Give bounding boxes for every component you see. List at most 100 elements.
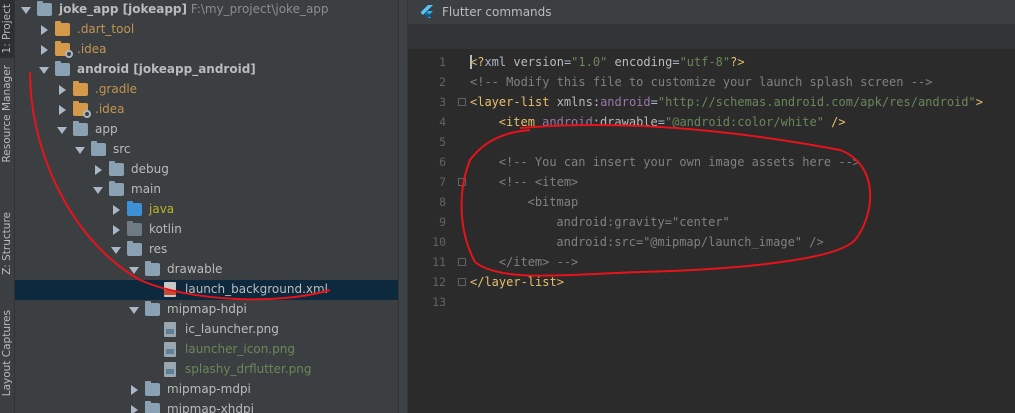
tree-item[interactable]: .idea [15, 100, 398, 120]
tree-item[interactable]: src [15, 140, 398, 160]
tree-item[interactable]: res [15, 240, 398, 260]
code-line[interactable]: <!-- You can insert your own image asset… [499, 152, 860, 172]
line-number: 11 [432, 255, 446, 269]
tree-item-label: .idea [95, 102, 125, 116]
code-token: <!-- <item> [498, 175, 579, 189]
tree-item[interactable]: .dart_tool [15, 20, 398, 40]
chevron-down-icon[interactable] [93, 187, 103, 194]
flutter-icon [420, 5, 433, 18]
flutter-commands-title[interactable]: Flutter commands [442, 5, 552, 19]
tab-structure-label: Z: Structure [1, 211, 13, 275]
code-line[interactable]: </item> --> [499, 252, 578, 272]
line-number: 2 [439, 75, 446, 89]
tree-item[interactable]: mipmap-xhdpi [15, 400, 398, 413]
tree-item-label: mipmap-xhdpi [167, 402, 254, 413]
tree-item[interactable]: android [jokeapp_android] [15, 60, 398, 80]
code-line[interactable]: <item android:drawable="@android:color/w… [499, 112, 846, 132]
code-line[interactable]: <bitmap [528, 192, 579, 212]
tree-item[interactable]: mipmap-mdpi [15, 380, 398, 400]
chevron-right-icon[interactable] [41, 45, 48, 55]
tab-project[interactable]: 1: Project [0, 0, 14, 58]
chevron-right-icon[interactable] [59, 105, 66, 115]
fold-marker-icon[interactable] [458, 98, 466, 106]
code-token: <bitmap [527, 195, 579, 209]
line-number: 1 [439, 55, 446, 69]
chevron-right-icon[interactable] [59, 85, 66, 95]
tree-item[interactable]: java [15, 200, 398, 220]
tree-item-label: debug [131, 162, 169, 176]
code-line[interactable]: <!-- Modify this file to customize your … [470, 72, 932, 92]
chevron-right-icon[interactable] [41, 25, 48, 35]
tree-item[interactable]: main [15, 180, 398, 200]
tree-item-label: launcher_icon.png [185, 342, 295, 356]
folder-icon [91, 141, 106, 156]
tree-item[interactable]: splashy_drflutter.png [15, 360, 398, 380]
tree-item-label: launch_background.xml [185, 282, 329, 296]
project-tree: joke_app [jokeapp] F:\my_project\joke_ap… [15, 0, 398, 413]
tab-resource-manager[interactable]: Resource Manager [0, 62, 14, 166]
chevron-down-icon[interactable] [57, 127, 67, 134]
tree-item-label: splashy_drflutter.png [185, 362, 312, 376]
tab-structure[interactable]: Z: Structure [0, 200, 14, 286]
fold-marker-icon[interactable] [458, 178, 466, 186]
line-number: 4 [439, 115, 446, 129]
fold-marker-icon[interactable] [458, 258, 466, 266]
tree-item[interactable]: ic_launcher.png [15, 320, 398, 340]
tree-item[interactable]: launcher_icon.png [15, 340, 398, 360]
chevron-right-icon[interactable] [95, 165, 102, 175]
chevron-down-icon[interactable] [129, 307, 139, 314]
tab-layout-captures-label: Layout Captures [1, 309, 13, 397]
tab-layout-captures[interactable]: Layout Captures [0, 300, 14, 406]
code-editor: Flutter commands 1 2 3 4 5 6 7 8 9 10 11 12 13 <?xml… [408, 0, 1015, 413]
line-number: 13 [432, 295, 446, 309]
code-token: "utf-8" [679, 55, 731, 69]
folder-icon [145, 301, 160, 316]
code-token: android [542, 115, 593, 129]
code-token: <!-- You can insert your own image asset… [498, 155, 861, 169]
code-token: :drawable [592, 115, 658, 129]
tree-item[interactable]: kotlin [15, 220, 398, 240]
folder-icon [145, 261, 160, 276]
code-token: android:src="@mipmap/launch_image" /> [556, 235, 824, 249]
chevron-down-icon[interactable] [21, 7, 31, 14]
code-token: = [650, 95, 658, 109]
folder-icon [127, 201, 142, 216]
tree-item[interactable]: drawable [15, 260, 398, 280]
chevron-down-icon[interactable] [129, 267, 139, 274]
line-number: 7 [439, 175, 446, 189]
fold-marker-icon[interactable] [458, 278, 466, 286]
chevron-right-icon[interactable] [113, 225, 120, 235]
code-line[interactable]: <?xml version="1.0" encoding="utf-8"?> [470, 52, 745, 72]
code-line[interactable]: android:gravity="center" [556, 212, 729, 232]
tree-item-label: main [131, 182, 161, 196]
code-line[interactable]: <layer-list xmlns:android="http://schema… [470, 92, 983, 112]
code-token: <item [498, 115, 543, 129]
folder-icon [73, 81, 88, 96]
chevron-right-icon[interactable] [131, 405, 138, 413]
tree-item[interactable]: debug [15, 160, 398, 180]
image-file-icon [164, 362, 176, 377]
code-token: </layer-list> [470, 275, 564, 289]
chevron-down-icon[interactable] [111, 247, 121, 254]
code-line[interactable]: android:src="@mipmap/launch_image" /> [556, 232, 823, 252]
code-token: <!-- Modify this file to customize your … [470, 75, 933, 89]
chevron-right-icon[interactable] [113, 205, 120, 215]
tree-item[interactable]: joke_app [jokeapp] F:\my_project\joke_ap… [15, 0, 398, 20]
tree-item[interactable]: app [15, 120, 398, 140]
tree-item-label: joke_app [jokeapp] F:\my_project\joke_ap… [59, 2, 329, 16]
tree-item[interactable]: .idea [15, 40, 398, 60]
line-number: 8 [439, 195, 446, 209]
folder-icon [127, 241, 142, 256]
folder-icon [55, 21, 70, 36]
tree-item[interactable]: launch_background.xml [15, 280, 398, 300]
project-path: F:\my_project\joke_app [187, 2, 329, 16]
code-line[interactable]: <!-- <item> [499, 172, 578, 192]
chevron-right-icon[interactable] [131, 385, 138, 395]
code-line[interactable]: </layer-list> [470, 272, 564, 292]
tree-item[interactable]: .gradle [15, 80, 398, 100]
code-token: <? [470, 55, 485, 69]
tree-item[interactable]: mipmap-hdpi [15, 300, 398, 320]
chevron-down-icon[interactable] [75, 147, 85, 154]
chevron-down-icon[interactable] [39, 67, 49, 74]
code-token: = [672, 55, 680, 69]
